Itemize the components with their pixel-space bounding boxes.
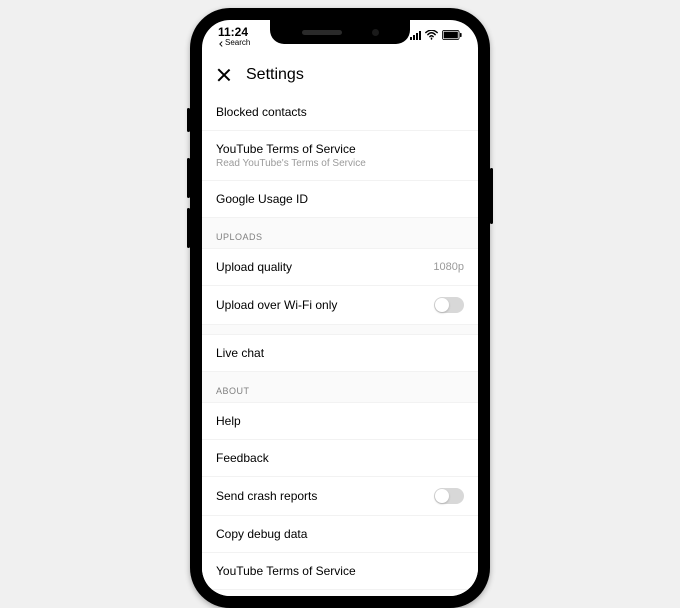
- row-label: Blocked contacts: [216, 105, 307, 119]
- section-uploads: UPLOADS: [202, 218, 478, 249]
- settings-list[interactable]: Blocked contacts YouTube Terms of Servic…: [202, 94, 478, 596]
- row-label: Send crash reports: [216, 489, 317, 503]
- row-label: Live chat: [216, 346, 264, 360]
- page-title: Settings: [246, 66, 304, 84]
- row-open-source-licenses[interactable]: Open source licenses: [202, 590, 478, 596]
- side-button: [187, 108, 190, 132]
- row-send-crash-reports[interactable]: Send crash reports: [202, 477, 478, 516]
- row-upload-quality[interactable]: Upload quality 1080p: [202, 249, 478, 286]
- row-label: Upload quality: [216, 260, 292, 274]
- screen: 11:24 Search Settings: [202, 20, 478, 596]
- row-blocked-contacts[interactable]: Blocked contacts: [202, 94, 478, 131]
- row-label: Feedback: [216, 451, 269, 465]
- close-icon[interactable]: [216, 67, 232, 83]
- row-label: YouTube Terms of Service: [216, 142, 366, 156]
- breadcrumb-label: Search: [225, 39, 250, 48]
- row-feedback[interactable]: Feedback: [202, 440, 478, 477]
- volume-down-button: [187, 208, 190, 248]
- battery-icon: [442, 30, 462, 40]
- row-label: Google Usage ID: [216, 192, 308, 206]
- row-google-usage-id[interactable]: Google Usage ID: [202, 181, 478, 218]
- breadcrumb-back[interactable]: Search: [218, 39, 250, 48]
- speaker: [302, 30, 342, 35]
- row-value: 1080p: [433, 261, 464, 273]
- row-label: Copy debug data: [216, 527, 307, 541]
- cellular-icon: [410, 31, 421, 40]
- row-terms-of-service-2[interactable]: YouTube Terms of Service: [202, 553, 478, 590]
- row-sublabel: Read YouTube's Terms of Service: [216, 158, 366, 169]
- row-live-chat[interactable]: Live chat: [202, 335, 478, 372]
- toggle-switch[interactable]: [434, 297, 464, 313]
- row-terms-of-service[interactable]: YouTube Terms of Service Read YouTube's …: [202, 131, 478, 181]
- toggle-switch[interactable]: [434, 488, 464, 504]
- phone-frame: 11:24 Search Settings: [190, 8, 490, 608]
- row-upload-wifi-only[interactable]: Upload over Wi-Fi only: [202, 286, 478, 325]
- row-help[interactable]: Help: [202, 403, 478, 440]
- section-gap: [202, 325, 478, 335]
- row-copy-debug-data[interactable]: Copy debug data: [202, 516, 478, 553]
- row-label: YouTube Terms of Service: [216, 564, 356, 578]
- front-camera: [372, 29, 379, 36]
- volume-up-button: [187, 158, 190, 198]
- header: Settings: [202, 58, 478, 94]
- section-about: ABOUT: [202, 372, 478, 403]
- notch: [270, 20, 410, 44]
- row-label: Help: [216, 414, 241, 428]
- row-label: Upload over Wi-Fi only: [216, 298, 337, 312]
- power-button: [490, 168, 493, 224]
- wifi-icon: [425, 30, 438, 40]
